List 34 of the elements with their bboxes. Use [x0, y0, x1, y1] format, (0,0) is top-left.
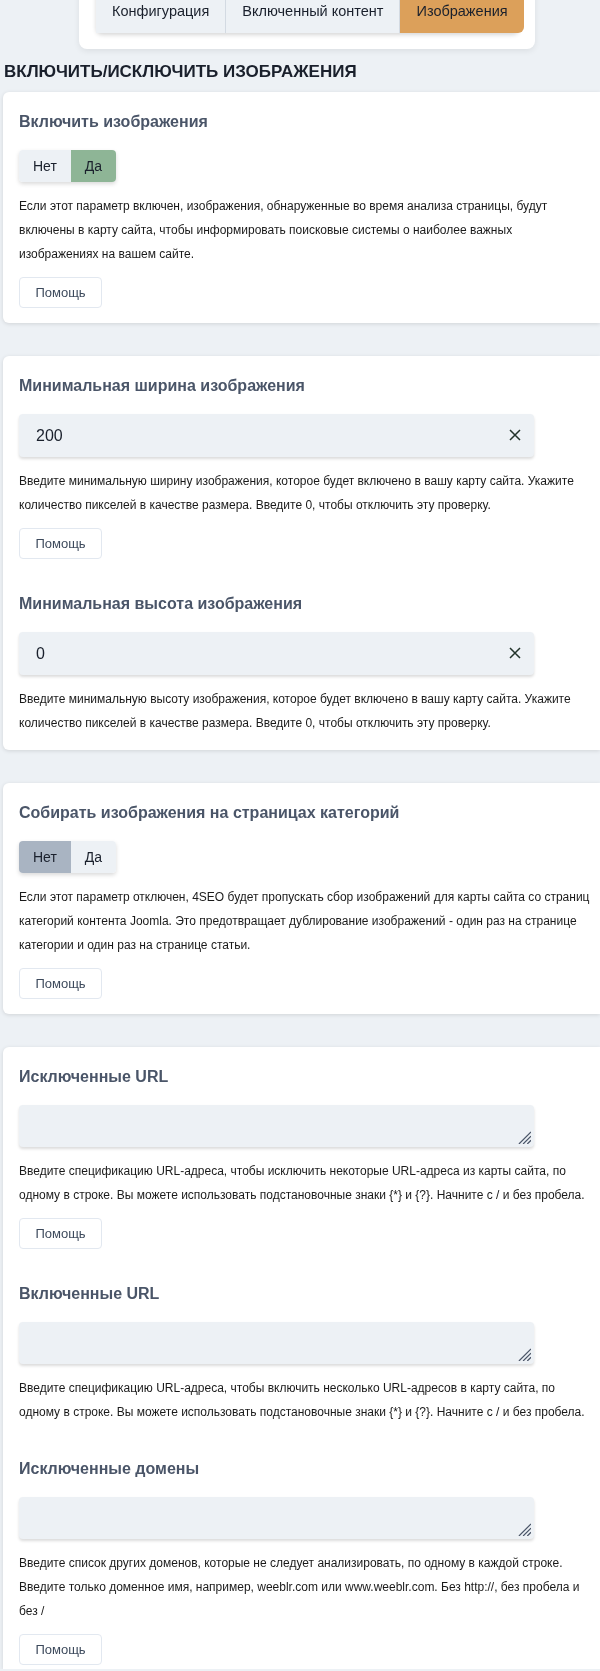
clear-icon[interactable]: [509, 647, 521, 659]
field-description: Введите список других доменов, которые не следует анализировать, по одному в каждой строке. Введите только доменное имя, например, weeblr.com или www.weeblr.com. Без http://, без пробела и без /: [19, 1555, 581, 1620]
switch-option[interactable]: Да: [70, 150, 117, 182]
resize-grip-icon[interactable]: [518, 1131, 531, 1144]
field-label: Минимальная высота изображения: [19, 594, 304, 614]
tab[interactable]: Изображения: [400, 0, 524, 33]
help-button[interactable]: Помощь: [19, 968, 102, 999]
tab[interactable]: Включенный контент: [226, 0, 401, 33]
resize-grip-icon[interactable]: [518, 1348, 531, 1361]
field-description: Введите минимальную ширину изображения, которое будет включено в вашу карту сайта. Укажите количество пикселей в качестве размера. Введите 0, чтобы отключить эту проверку.: [19, 473, 575, 514]
field-label: Исключенные URL: [19, 1067, 170, 1087]
field-description: Если этот параметр включен, изображения, обнаруженные во время анализа страницы, будут включены в карту сайта, чтобы информировать поисковые системы о наиболее важных изображениях на вашем сайте.: [19, 198, 549, 263]
field-label: Включить изображения: [19, 112, 209, 132]
field-label: Включенные URL: [19, 1284, 161, 1304]
field-description: Введите спецификацию URL-адреса, чтобы включить несколько URL-адресов в карту сайта, по одному в строке. Вы можете использовать подстановочные знаки {*} и {?}. Начните с / и без пробела.: [19, 1380, 586, 1421]
help-button[interactable]: Помощь: [19, 1218, 102, 1249]
field-label: Исключенные домены: [19, 1459, 201, 1479]
field-description: Введите спецификацию URL-адреса, чтобы исключить некоторые URL-адреса из карты сайта, по одному в строке. Вы можете использовать подстановочные знаки {*} и {?}. Начните с / и без пробела.: [19, 1163, 586, 1204]
help-button[interactable]: Помощь: [19, 277, 102, 308]
switch-option[interactable]: Да: [70, 841, 117, 873]
field-label: Собирать изображения на страницах категорий: [19, 803, 401, 823]
field-label: Минимальная ширина изображения: [19, 376, 306, 396]
field-description: Если этот параметр отключен, 4SEO будет пропускать сбор изображений для карты сайта со страниц категорий контента Joomla. Это предотвращает дублирование изображений - один раз на странице категории и один раз на странице статьи.: [19, 889, 591, 954]
resize-grip-icon[interactable]: [518, 1523, 531, 1536]
tab[interactable]: Конфигурация: [96, 0, 227, 33]
help-button[interactable]: Помощь: [19, 1634, 102, 1665]
number-field[interactable]: 0: [19, 632, 534, 675]
clear-icon[interactable]: [509, 429, 521, 441]
switch-option[interactable]: Нет: [19, 841, 71, 873]
field-description: Введите минимальную высоту изображения, которое будет включено в вашу карту сайта. Укажите количество пикселей в качестве размера. Введите 0, чтобы отключить эту проверку.: [19, 691, 572, 732]
help-button[interactable]: Помощь: [19, 528, 102, 559]
switch-option[interactable]: Нет: [19, 150, 71, 182]
section-heading: ВКЛЮЧИТЬ/ИСКЛЮЧИТЬ ИЗОБРАЖЕНИЯ: [4, 61, 358, 83]
number-field[interactable]: 200: [19, 414, 534, 457]
